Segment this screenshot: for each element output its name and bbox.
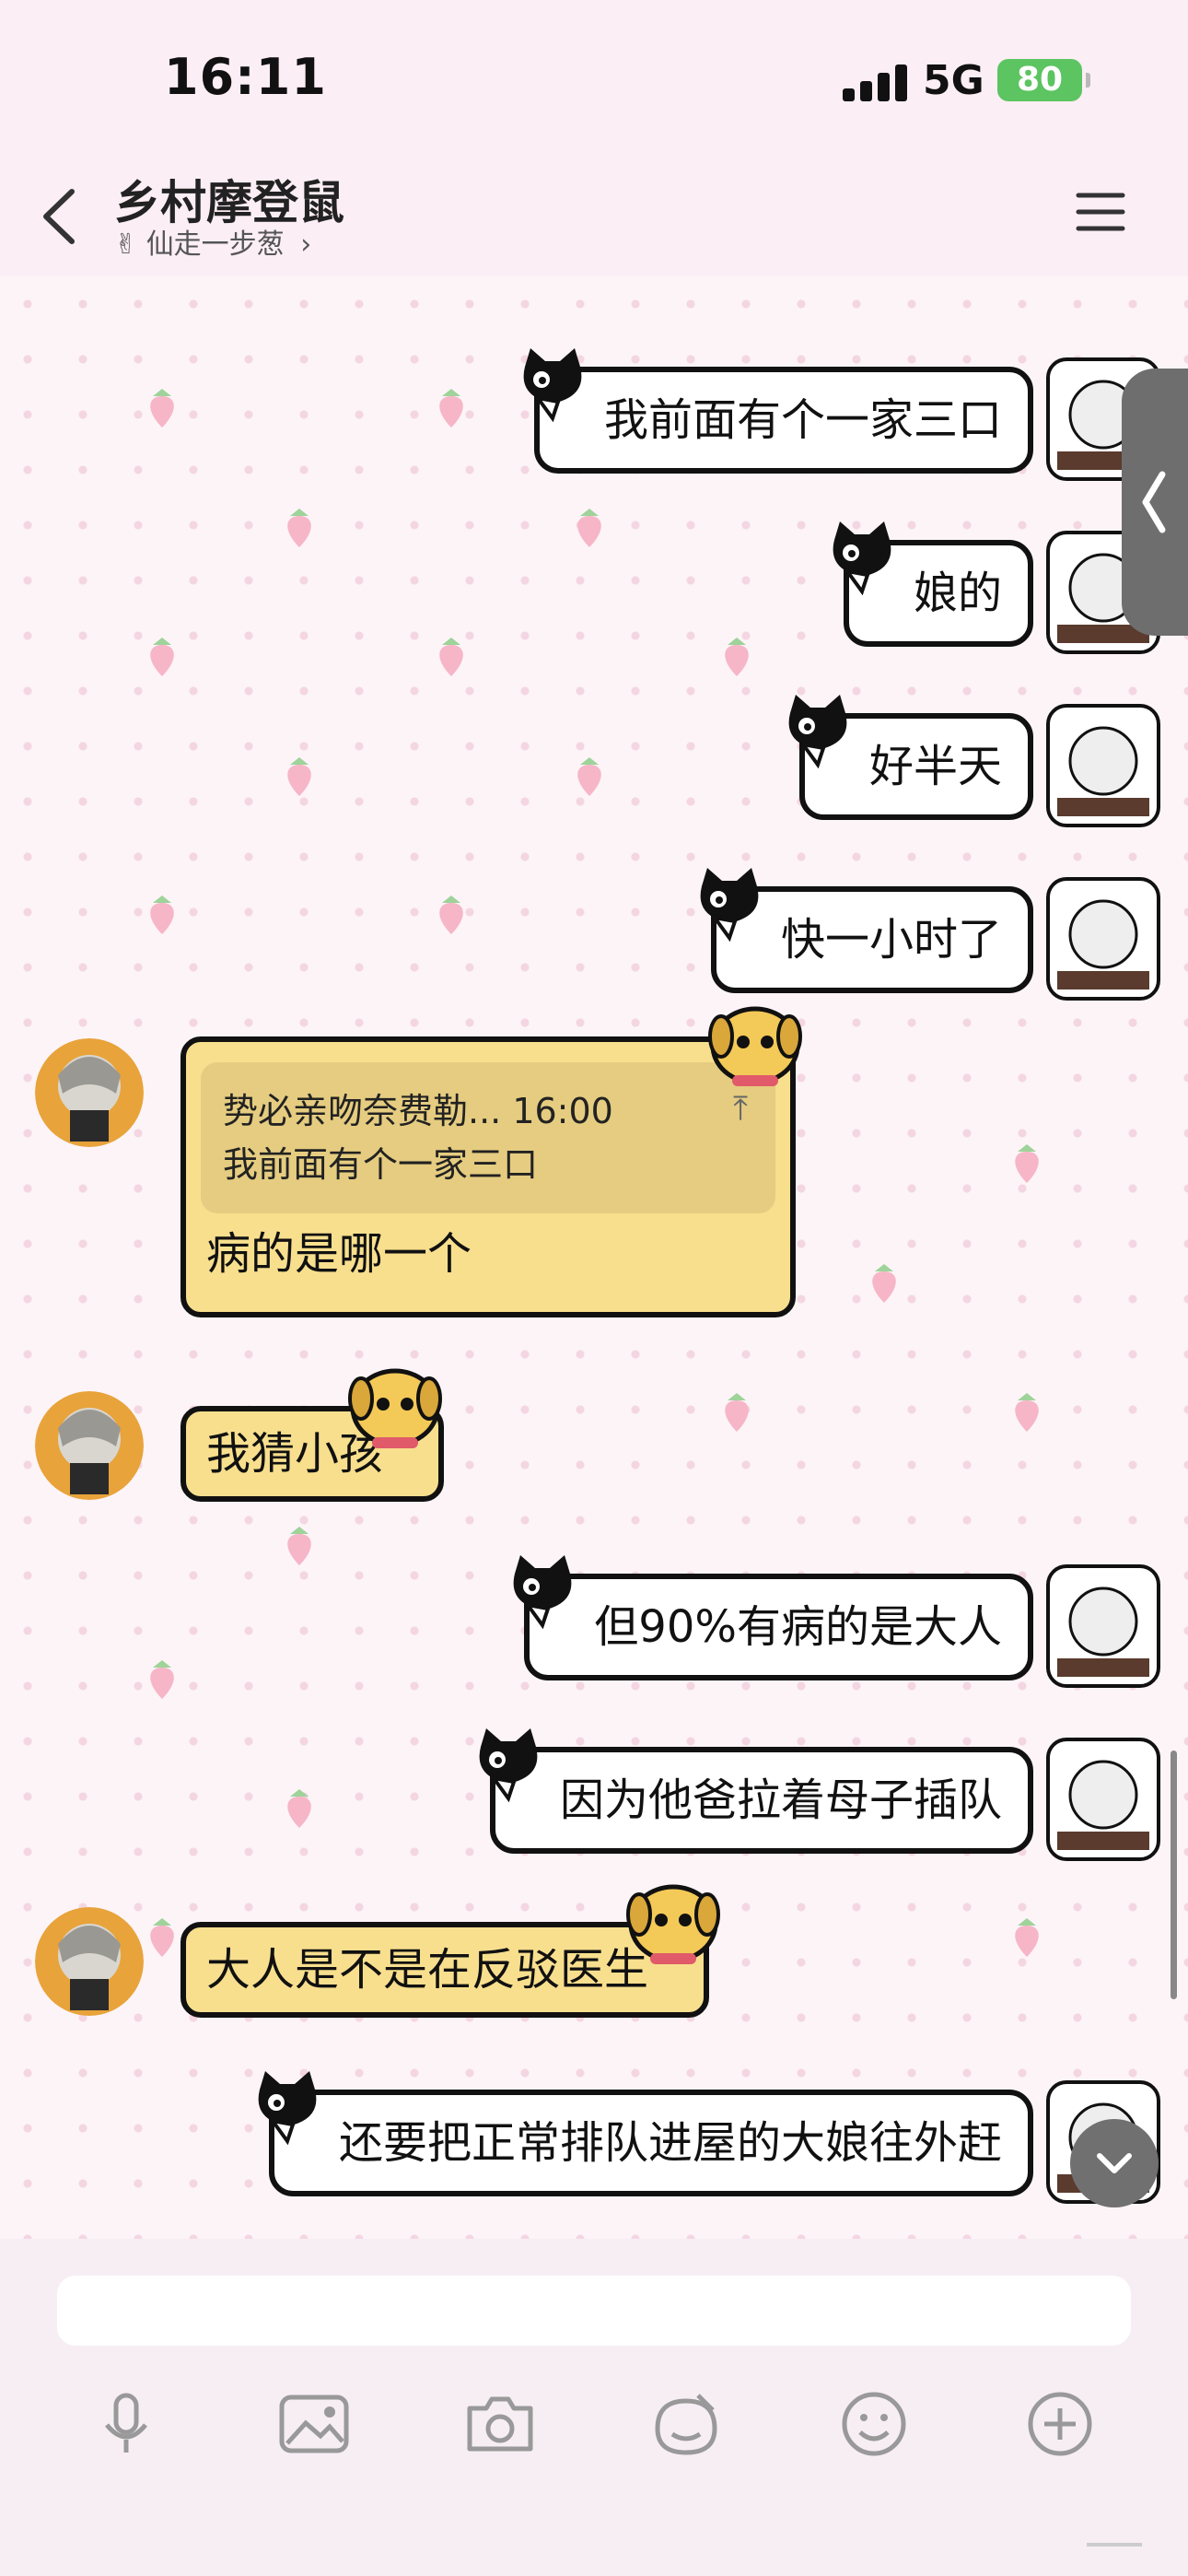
message-outgoing[interactable]: 娘的 [0,521,1188,662]
network-type: 5G [923,57,984,104]
character-sticker-icon [1046,704,1160,827]
chat-subtitle[interactable]: ✌ 仙走一步葱 › [114,221,311,262]
character-sticker-icon [1046,1564,1160,1688]
chevron-left-icon [1142,471,1166,533]
victory-hand-icon: ✌ [114,228,138,261]
battery-level: 80 [1016,61,1064,99]
input-bar [0,2239,1188,2576]
message-text: 娘的 [913,568,1002,619]
side-panel-tab[interactable] [1122,369,1188,636]
avatar[interactable] [35,1907,144,2016]
message-text: 我前面有个一家三口 [603,394,1002,446]
message-bubble[interactable]: 娘的 [833,521,1033,647]
cat-sticker-icon [523,348,582,422]
cat-sticker-icon [513,1555,572,1629]
dog-sticker-icon [626,1884,720,1964]
signal-icon [843,63,909,101]
plus-icon[interactable] [1019,2383,1101,2465]
message-outgoing[interactable]: 因为他爸拉着母子插队 [0,1728,1188,1868]
character-sticker-icon [1046,877,1160,1001]
quote-text: 我前面有个一家三口 [223,1144,539,1185]
quoted-reply[interactable]: 势必亲吻奈费勒... 16:00 我前面有个一家三口 ⤒ [201,1062,775,1213]
message-text: 大人是不是在反驳医生 [206,1944,649,1996]
message-bubble[interactable]: 快一小时了 [700,868,1033,993]
mic-icon[interactable] [85,2383,168,2465]
message-bubble[interactable]: 还要把正常排队进屋的大娘往外赶 [258,2071,1033,2196]
message-outgoing[interactable]: 好半天 [0,695,1188,835]
message-text: 还要把正常排队进屋的大娘往外赶 [338,2117,1002,2169]
status-time: 16:11 [164,48,327,106]
battery-icon: 80 [997,59,1090,101]
scroll-to-bottom-button[interactable] [1070,2119,1159,2207]
character-sticker-icon [1046,1738,1160,1861]
menu-icon[interactable] [1073,184,1128,240]
message-text: 因为他爸拉着母子插队 [559,1774,1002,1826]
emoji-icon[interactable] [833,2383,915,2465]
message-bubble[interactable]: 好半天 [788,695,1033,820]
camera-icon[interactable] [459,2383,542,2465]
message-outgoing[interactable]: 但90%有病的是大人 [0,1555,1188,1695]
message-bubble[interactable]: 势必亲吻奈费勒... 16:00 我前面有个一家三口 ⤒ 病的是哪一个 [181,1036,796,1317]
cat-sticker-icon [258,2071,317,2145]
avatar[interactable] [35,1038,144,1147]
message-outgoing[interactable]: 我前面有个一家三口 [0,348,1188,488]
dog-sticker-icon [348,1368,442,1448]
chevron-down-icon [1097,2153,1132,2173]
chat-area[interactable]: 我前面有个一家三口 娘的 好半天 快一小时了 势必亲吻奈费勒... 16:00 [0,276,1188,2239]
message-incoming[interactable]: 我猜小孩 [0,1368,1188,1518]
dog-sticker-icon [708,1006,802,1086]
message-bubble[interactable]: 我前面有个一家三口 [523,348,1033,474]
message-text: 好半天 [868,741,1002,792]
message-incoming[interactable]: 大人是不是在反驳医生 [0,1884,1188,2034]
message-text: 但90%有病的是大人 [594,1601,1002,1653]
cat-sticker-icon [700,868,759,942]
chat-header: 乡村摩登鼠 ✌ 仙走一步葱 › [0,157,1188,276]
avatar[interactable] [35,1391,144,1500]
quote-author-time: 势必亲吻奈费勒... 16:00 [223,1091,613,1131]
chevron-right-icon: › [300,228,312,261]
status-bar: 16:11 5G 80 [0,0,1188,157]
message-bubble[interactable]: 但90%有病的是大人 [513,1555,1033,1680]
back-icon[interactable] [35,184,90,249]
message-input[interactable] [57,2276,1131,2346]
message-incoming[interactable]: 势必亲吻奈费勒... 16:00 我前面有个一家三口 ⤒ 病的是哪一个 [0,1006,1188,1350]
sticker-pen-icon[interactable] [645,2383,728,2465]
message-bubble[interactable]: 因为他爸拉着母子插队 [479,1728,1033,1854]
cat-sticker-icon [479,1728,538,1802]
image-icon[interactable] [273,2383,355,2465]
scrollbar[interactable] [1171,1751,1177,1999]
cat-sticker-icon [788,695,847,768]
message-text: 快一小时了 [780,914,1002,966]
subtitle-text: 仙走一步葱 [146,228,285,261]
message-outgoing[interactable]: 快一小时了 [0,868,1188,1008]
message-text: 病的是哪一个 [206,1228,472,1280]
cat-sticker-icon [833,521,891,595]
message-outgoing[interactable]: 还要把正常排队进屋的大娘往外赶 [0,2071,1188,2211]
home-indicator [1087,2543,1142,2547]
